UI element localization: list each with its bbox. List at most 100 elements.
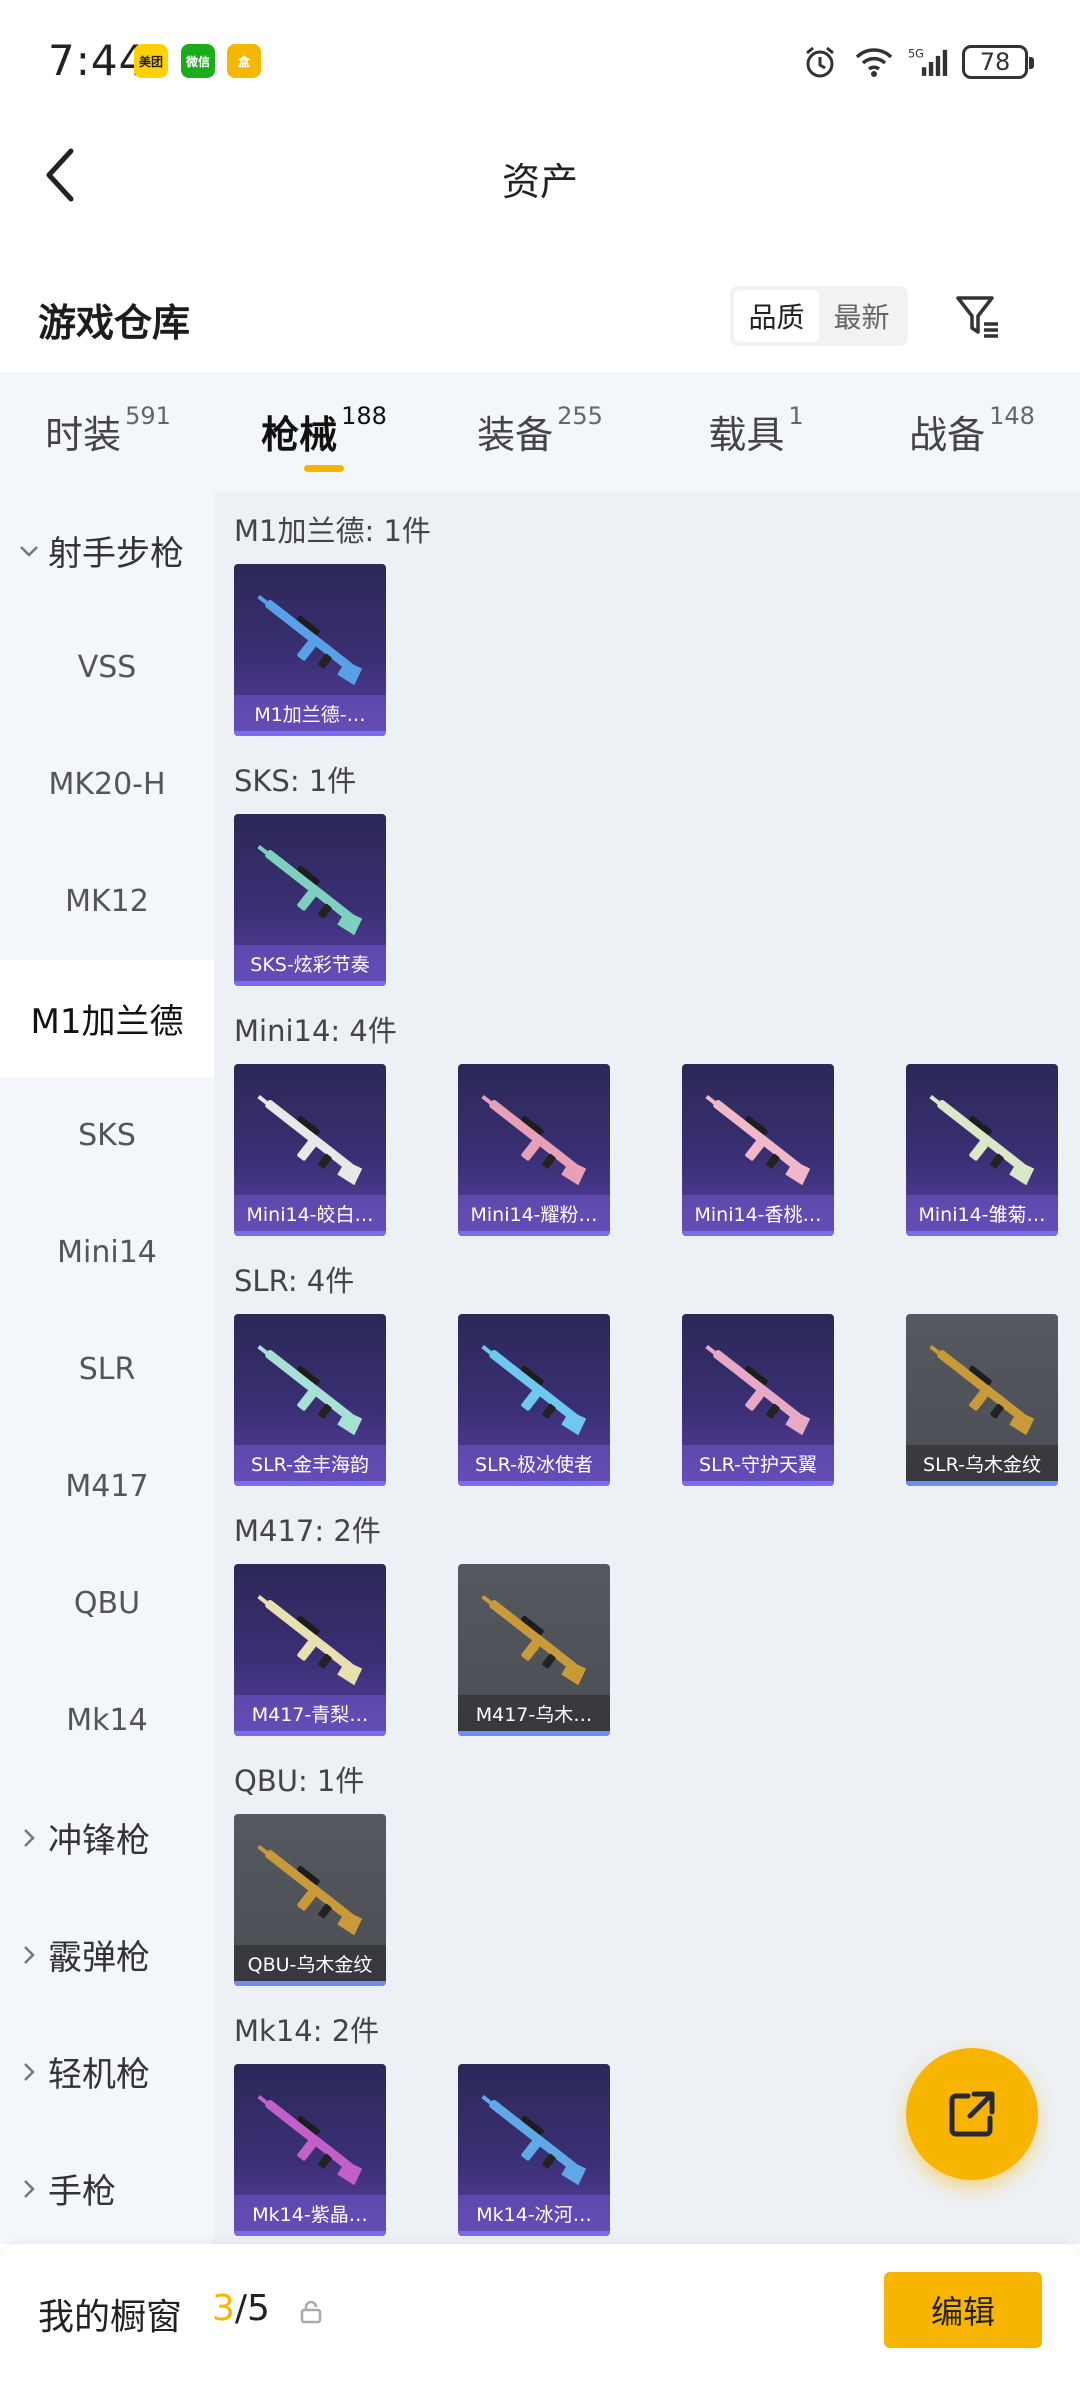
tab-label: 战备: [909, 413, 986, 457]
item-card[interactable]: M417-青梨…: [234, 1564, 386, 1736]
rifle-icon: [257, 2095, 363, 2186]
chevron-right-icon: [16, 2179, 42, 2199]
item-card[interactable]: M417-乌木…: [458, 1564, 610, 1736]
group-title: Mini14: 4件: [234, 1014, 397, 1048]
tab-vehicles[interactable]: 载具 1: [648, 372, 864, 492]
item-card[interactable]: SLR-金丰海韵: [234, 1314, 386, 1486]
item-label: M1加兰德-…: [234, 695, 386, 731]
weapon-sidebar: 射手步枪 VSS MK20-H MK12 M1加兰德 SKS Mini14 SL…: [0, 492, 214, 2244]
tab-combat-gear[interactable]: 战备 148: [864, 372, 1080, 492]
group-title: M1加兰德: 1件: [234, 514, 431, 548]
rifle-icon: [481, 2095, 587, 2186]
sidebar-category-pistol[interactable]: 手枪: [0, 2130, 214, 2247]
active-tab-indicator: [304, 465, 344, 472]
item-card[interactable]: Mk14-冰河…: [458, 2064, 610, 2236]
showcase-total: /5: [234, 2288, 270, 2329]
sidebar-item-mini14[interactable]: Mini14: [0, 1194, 214, 1311]
item-card[interactable]: SLR-乌木金纹: [906, 1314, 1058, 1486]
item-card[interactable]: Mini14-耀粉…: [458, 1064, 610, 1236]
item-card[interactable]: Mini14-香桃…: [682, 1064, 834, 1236]
cellular-signal-icon: 5G: [908, 42, 948, 82]
sidebar-item-m1-garand[interactable]: M1加兰德: [0, 960, 214, 1077]
item-label: Mini14-香桃…: [682, 1195, 834, 1231]
item-card[interactable]: M1加兰德-…: [234, 564, 386, 736]
status-bar: 7:44 美团 微信 盒 5G 78: [0, 0, 1080, 125]
sidebar-item-label: 冲锋枪: [48, 1821, 150, 1861]
sidebar-category-shotgun[interactable]: 霰弹枪: [0, 1896, 214, 2013]
rifle-icon: [257, 1095, 363, 1186]
sidebar-item-label: 霰弹枪: [48, 1938, 150, 1978]
item-card[interactable]: SLR-守护天翼: [682, 1314, 834, 1486]
rifle-icon: [481, 1345, 587, 1436]
sidebar-category-smg[interactable]: 冲锋枪: [0, 1779, 214, 1896]
rifle-icon: [481, 1095, 587, 1186]
item-label: QBU-乌木金纹: [234, 1945, 386, 1981]
item-label: M417-青梨…: [234, 1695, 386, 1731]
item-card[interactable]: Mini14-皎白…: [234, 1064, 386, 1236]
tab-count: 188: [341, 402, 387, 430]
sort-toggle: 品质 最新: [730, 286, 908, 346]
sort-by-newest-button[interactable]: 最新: [819, 290, 904, 342]
app-header: 资产: [0, 125, 1080, 225]
showcase-current: 3: [212, 2288, 235, 2329]
sidebar-item-label: 手枪: [48, 2172, 116, 2212]
edit-button[interactable]: 编辑: [884, 2272, 1042, 2348]
filter-button[interactable]: [948, 286, 1008, 346]
rarity-bar: [906, 1231, 1058, 1236]
tab-count: 1: [788, 402, 804, 430]
item-card[interactable]: Mini14-雏菊…: [906, 1064, 1058, 1236]
item-card[interactable]: Mk14-紫晶…: [234, 2064, 386, 2236]
rarity-bar: [234, 1481, 386, 1486]
rarity-bar: [682, 1231, 834, 1236]
rifle-icon: [257, 1595, 363, 1686]
tab-fashion[interactable]: 时装 591: [0, 372, 216, 492]
sidebar-item-slr[interactable]: SLR: [0, 1311, 214, 1428]
item-card[interactable]: SLR-极冰使者: [458, 1314, 610, 1486]
tab-label: 枪械: [261, 413, 338, 457]
sidebar-item-m417[interactable]: M417: [0, 1428, 214, 1545]
status-icons: 5G 78: [800, 40, 1034, 84]
group-title: M417: 2件: [234, 1514, 381, 1548]
chevron-down-icon: [16, 544, 42, 558]
tab-count: 255: [557, 402, 603, 430]
rifle-icon: [257, 1345, 363, 1436]
sidebar-item-mk20h[interactable]: MK20-H: [0, 726, 214, 843]
sidebar-category-marksman-rifle[interactable]: 射手步枪: [0, 492, 214, 609]
lock-icon: [300, 2300, 322, 2324]
item-label: Mini14-雏菊…: [906, 1195, 1058, 1231]
item-label: Mini14-耀粉…: [458, 1195, 610, 1231]
sidebar-item-qbu[interactable]: QBU: [0, 1545, 214, 1662]
chevron-right-icon: [16, 2062, 42, 2082]
sidebar-item-mk12[interactable]: MK12: [0, 843, 214, 960]
rarity-bar: [234, 1981, 386, 1986]
rifle-icon: [705, 1345, 811, 1436]
rarity-bar: [682, 1481, 834, 1486]
rarity-bar: [458, 1731, 610, 1736]
app-notification-icon: 盒: [227, 44, 261, 78]
group-title: QBU: 1件: [234, 1764, 365, 1798]
warehouse-bar: 游戏仓库 品质 最新: [0, 270, 1080, 360]
group-title: Mk14: 2件: [234, 2014, 380, 2048]
svg-text:5G: 5G: [908, 48, 924, 61]
sidebar-category-lmg[interactable]: 轻机枪: [0, 2013, 214, 2130]
rarity-bar: [234, 731, 386, 736]
tab-equipment[interactable]: 装备 255: [432, 372, 648, 492]
item-label: Mini14-皎白…: [234, 1195, 386, 1231]
tab-label: 装备: [477, 413, 554, 457]
item-card[interactable]: SKS-炫彩节奏: [234, 814, 386, 986]
page-title: 资产: [501, 160, 578, 204]
item-card[interactable]: QBU-乌木金纹: [234, 1814, 386, 1986]
tab-count: 148: [989, 402, 1035, 430]
sidebar-item-mk14[interactable]: Mk14: [0, 1662, 214, 1779]
warehouse-title: 游戏仓库: [38, 301, 191, 345]
tab-label: 载具: [708, 413, 785, 457]
sidebar-item-sks[interactable]: SKS: [0, 1077, 214, 1194]
tab-firearms[interactable]: 枪械 188: [216, 372, 432, 492]
rifle-icon: [481, 1595, 587, 1686]
sidebar-item-vss[interactable]: VSS: [0, 609, 214, 726]
item-label: SKS-炫彩节奏: [234, 945, 386, 981]
rarity-bar: [234, 2231, 386, 2236]
sidebar-item-label: 轻机枪: [48, 2055, 150, 2095]
share-button[interactable]: [906, 2048, 1038, 2180]
sort-by-quality-button[interactable]: 品质: [734, 290, 819, 342]
